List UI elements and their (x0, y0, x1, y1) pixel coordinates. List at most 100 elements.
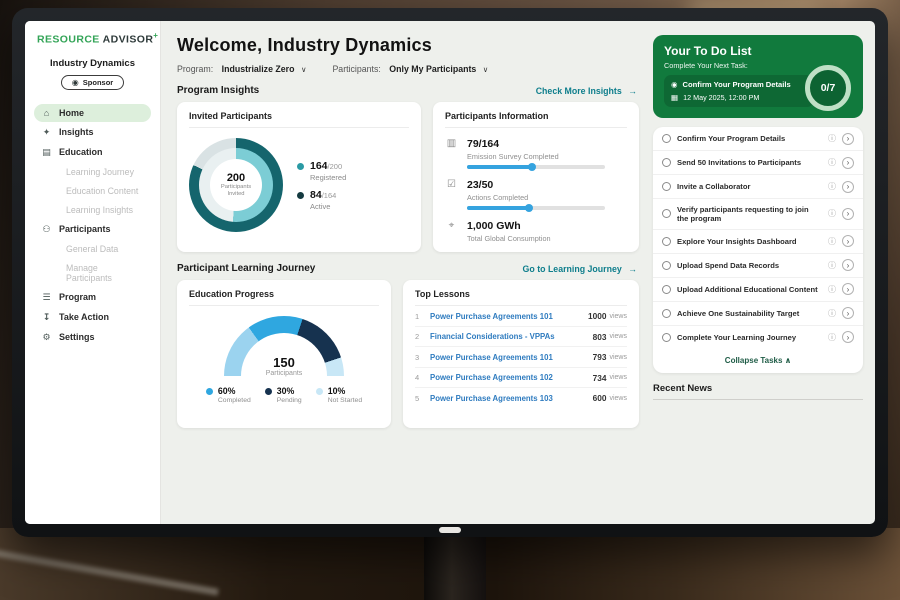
app-logo: RESOURCE ADVISOR+ (25, 31, 160, 46)
task-checkbox[interactable] (662, 285, 671, 294)
task-row-sustainability-target[interactable]: Achieve One Sustainability Target ⓘ › (653, 302, 863, 326)
legend-completed: 60% Completed (206, 386, 251, 404)
task-row-complete-learning-journey[interactable]: Complete Your Learning Journey ⓘ › (653, 326, 863, 349)
survey-progress-fill (467, 165, 533, 169)
sidebar-item-insights[interactable]: ✦ Insights (34, 123, 151, 142)
lesson-row: 3 Power Purchase Agreements 101 793 view… (415, 347, 627, 368)
chevron-right-icon[interactable]: › (842, 283, 854, 295)
participants-filter[interactable]: Participants: Only My Participants ∨ (332, 64, 488, 74)
sidebar-nav: ⌂ Home ✦ Insights ▤ Education Learning J… (25, 104, 160, 347)
task-label: Invite a Collaborator (677, 182, 822, 191)
chevron-right-icon[interactable]: › (842, 331, 854, 343)
sidebar-item-settings[interactable]: ⚙ Settings (34, 328, 151, 347)
task-checkbox[interactable] (662, 261, 671, 270)
sidebar-item-home[interactable]: ⌂ Home (34, 104, 151, 122)
sidebar-item-education-content[interactable]: Education Content (34, 182, 151, 200)
invited-center-value: 200 (227, 172, 245, 184)
todo-progress-ring: 0/7 (805, 65, 851, 111)
task-checkbox[interactable] (662, 182, 671, 191)
completed-pct: 60% (218, 386, 251, 396)
task-row-confirm-program[interactable]: Confirm Your Program Details ⓘ › (653, 127, 863, 151)
lesson-link[interactable]: Power Purchase Agreements 102 (430, 373, 593, 382)
task-checkbox[interactable] (662, 209, 671, 218)
sidebar-item-take-action[interactable]: ↧ Take Action (34, 308, 151, 327)
app-window: RESOURCE ADVISOR+ Industry Dynamics ◉ Sp… (25, 21, 875, 524)
chevron-right-icon[interactable]: › (842, 181, 854, 193)
survey-progress-bar (467, 165, 605, 169)
task-row-upload-spend-data[interactable]: Upload Spend Data Records ⓘ › (653, 254, 863, 278)
task-label: Upload Additional Educational Content (677, 285, 822, 294)
lesson-link[interactable]: Power Purchase Agreements 101 (430, 353, 593, 362)
stat-consumption: ⌖ 1,000 GWh Total Global Consumption (445, 220, 627, 247)
actions-progress-bar (467, 206, 605, 210)
calendar-icon: ▦ (671, 93, 678, 102)
lesson-link[interactable]: Power Purchase Agreements 101 (430, 312, 588, 321)
chevron-right-icon[interactable]: › (842, 235, 854, 247)
check-more-insights-link[interactable]: Check More Insights → (536, 86, 637, 96)
chevron-right-icon[interactable]: › (842, 133, 854, 145)
info-icon: ⓘ (828, 260, 836, 271)
sidebar-item-label: Education Content (66, 186, 138, 196)
consumption-value: 1,000 GWh (467, 220, 551, 232)
task-checkbox[interactable] (662, 237, 671, 246)
monitor-power-button (439, 527, 461, 533)
actions-value: 23/50 (467, 179, 605, 191)
program-filter[interactable]: Program: Industrialize Zero ∨ (177, 64, 306, 74)
chevron-right-icon[interactable]: › (842, 208, 854, 220)
collapse-tasks-link[interactable]: Collapse Tasks ∧ (653, 349, 863, 373)
sidebar-item-label: Settings (59, 332, 95, 342)
task-row-verify-participants[interactable]: Verify participants requesting to join t… (653, 199, 863, 230)
education-progress-card: Education Progress 150 Participants (177, 280, 391, 428)
lesson-link[interactable]: Power Purchase Agreements 103 (430, 394, 593, 403)
task-checkbox[interactable] (662, 158, 671, 167)
sidebar-item-label: General Data (66, 244, 118, 254)
chevron-right-icon[interactable]: › (842, 259, 854, 271)
registered-dot (297, 163, 304, 170)
task-row-invite-collaborator[interactable]: Invite a Collaborator ⓘ › (653, 175, 863, 199)
todo-summary-card: Your To Do List Complete Your Next Task:… (653, 35, 863, 118)
org-name: Industry Dynamics (25, 58, 160, 69)
task-row-upload-educational-content[interactable]: Upload Additional Educational Content ⓘ … (653, 278, 863, 302)
registered-value: 164 (310, 160, 328, 172)
main-content: Welcome, Industry Dynamics Program: Indu… (161, 21, 651, 524)
lesson-rank: 4 (415, 373, 430, 382)
sidebar-item-learning-insights[interactable]: Learning Insights (34, 201, 151, 219)
invited-participants-body: 200 Participants Invited 164/200 Registe (189, 138, 409, 232)
task-label: Confirm Your Program Details (677, 134, 822, 143)
sidebar: RESOURCE ADVISOR+ Industry Dynamics ◉ Sp… (25, 21, 161, 524)
todo-next-task-label: Confirm Your Program Details (683, 80, 791, 89)
chevron-right-icon[interactable]: › (842, 157, 854, 169)
sidebar-item-learning-journey[interactable]: Learning Journey (34, 163, 151, 181)
education-progress-title: Education Progress (189, 289, 379, 306)
todo-next-task[interactable]: ◉ Confirm Your Program Details ▦ 12 May … (664, 75, 814, 107)
monitor-bezel: RESOURCE ADVISOR+ Industry Dynamics ◉ Sp… (12, 8, 888, 537)
sidebar-item-program[interactable]: ☰ Program (34, 288, 151, 307)
sidebar-item-education[interactable]: ▤ Education (34, 143, 151, 162)
task-label: Achieve One Sustainability Target (677, 309, 822, 318)
chevron-right-icon[interactable]: › (842, 307, 854, 319)
task-row-explore-insights[interactable]: Explore Your Insights Dashboard ⓘ › (653, 230, 863, 254)
task-row-send-invitations[interactable]: Send 50 Invitations to Participants ⓘ › (653, 151, 863, 175)
chevron-down-icon: ∨ (483, 65, 489, 74)
go-to-learning-journey-link[interactable]: Go to Learning Journey → (523, 264, 637, 274)
sidebar-item-participants[interactable]: ⚇ Participants (34, 220, 151, 239)
legend-registered: 164/200 Registered (297, 160, 346, 182)
program-filter-value: Industrialize Zero (222, 64, 295, 74)
monitor-stand (424, 536, 486, 600)
task-icon: ◉ (671, 80, 678, 89)
invited-legend: 164/200 Registered 84/164 Active (297, 153, 346, 218)
sidebar-item-manage-participants[interactable]: Manage Participants (34, 259, 151, 287)
info-icon: ⓘ (828, 208, 836, 219)
lesson-rank: 5 (415, 394, 430, 403)
lesson-link[interactable]: Financial Considerations - VPPAs (430, 332, 593, 341)
not-started-label: Not Started (328, 397, 362, 404)
sidebar-item-general-data[interactable]: General Data (34, 240, 151, 258)
task-checkbox[interactable] (662, 333, 671, 342)
learning-journey-header: Participant Learning Journey Go to Learn… (177, 263, 637, 274)
task-checkbox[interactable] (662, 309, 671, 318)
chevron-down-icon: ∨ (301, 65, 307, 74)
task-checkbox[interactable] (662, 134, 671, 143)
stat-emission-survey: ▥ 79/164 Emission Survey Completed (445, 138, 627, 169)
participants-information-card: Participants Information ▥ 79/164 Emissi… (433, 102, 639, 252)
sponsor-badge-label: Sponsor (83, 78, 113, 87)
